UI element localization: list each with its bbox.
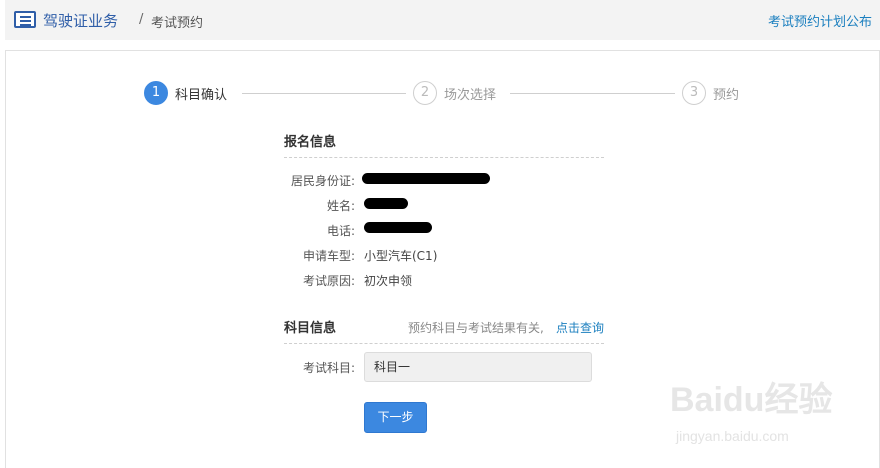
registration-divider: [284, 157, 604, 158]
step-2-label: 场次选择: [444, 88, 497, 103]
subject-divider: [284, 343, 604, 344]
breadcrumb-exam-booking: 考试预约: [151, 16, 204, 31]
step-3: 3 预约: [682, 81, 762, 105]
subject-hint: 预约科目与考试结果有关,: [408, 321, 544, 335]
query-result-link[interactable]: 点击查询: [556, 319, 604, 336]
exam-reason-value: 初次申领: [364, 274, 413, 288]
step-connector-1: [242, 93, 406, 94]
breadcrumb-separator: /: [139, 12, 144, 27]
step-2: 2 场次选择: [413, 81, 513, 105]
step-3-number: 3: [682, 81, 706, 105]
list-menu-icon[interactable]: [14, 11, 36, 28]
phone-redaction: [364, 222, 432, 233]
top-bar: 驾驶证业务 / 考试预约 考试预约计划公布: [5, 0, 880, 40]
step-2-number: 2: [413, 81, 437, 105]
step-1: 1 科目确认: [144, 81, 244, 105]
watermark-url: jingyan.baidu.com: [676, 428, 789, 444]
vehicle-type-label: 申请车型:: [302, 249, 355, 263]
exam-reason-label: 考试原因:: [302, 274, 355, 288]
subject-title: 科目信息: [284, 321, 337, 336]
name-label: 姓名:: [326, 199, 355, 213]
id-card-label: 居民身份证:: [290, 174, 355, 188]
id-card-redaction: [362, 173, 490, 184]
breadcrumb-driver-license[interactable]: 驾驶证业务: [43, 10, 118, 31]
exam-subject-label: 考试科目:: [302, 361, 355, 375]
registration-title: 报名信息: [284, 135, 337, 150]
exam-plan-link[interactable]: 考试预约计划公布: [768, 11, 872, 30]
watermark-logo: Baidu经验: [670, 381, 833, 419]
phone-label: 电话:: [326, 224, 355, 238]
next-step-button[interactable]: 下一步: [364, 402, 427, 433]
step-3-label: 预约: [713, 88, 740, 103]
step-1-number: 1: [144, 81, 168, 105]
step-1-label: 科目确认: [175, 88, 228, 103]
vehicle-type-value: 小型汽车(C1): [364, 249, 438, 263]
name-redaction: [364, 198, 408, 209]
step-connector-2: [510, 93, 675, 94]
exam-subject-field[interactable]: 科目一: [364, 352, 592, 382]
